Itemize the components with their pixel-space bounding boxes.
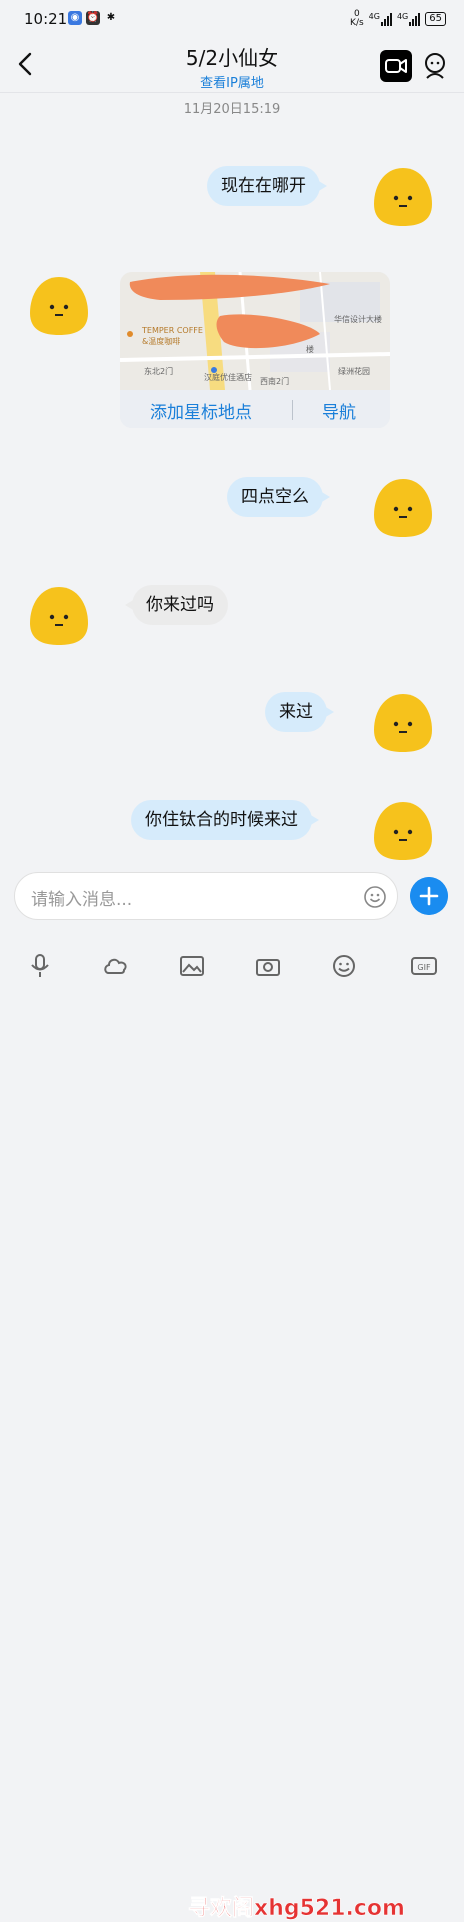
- message-text: 你来过吗: [146, 595, 214, 615]
- plus-icon[interactable]: [410, 877, 448, 915]
- bluetooth-icon: ✱: [106, 12, 116, 23]
- message-text: 来过: [279, 702, 313, 722]
- my-avatar[interactable]: [370, 477, 436, 539]
- emoji-icon[interactable]: [363, 885, 387, 909]
- status-notification-icons: ◉ ⏰ ✱: [68, 11, 118, 25]
- message-text: 你住钛合的时候来过: [145, 810, 298, 830]
- status-time: 10:21: [24, 10, 68, 28]
- svg-text:GIF: GIF: [417, 963, 431, 972]
- location-message-card[interactable]: TEMPER COFFE &温度咖啡 东北2门 汉庭优佳酒店 西南2门 华信设计…: [120, 272, 390, 428]
- bottom-toolbar: GIF 寻欢阁xhg521.com: [0, 934, 464, 1921]
- message-bubble-outgoing[interactable]: 四点空么: [227, 477, 330, 517]
- video-call-icon[interactable]: [380, 50, 412, 82]
- chat-header: 5/2小仙女 查看IP属地: [0, 36, 464, 93]
- message-text: 四点空么: [241, 487, 309, 507]
- app-notification-icon: ◉: [68, 11, 82, 25]
- message-bubble-outgoing[interactable]: 现在在哪开: [207, 166, 327, 206]
- map-label: 华信设计大楼: [334, 315, 382, 324]
- contact-avatar[interactable]: [26, 585, 92, 647]
- signal-bars-icon: [409, 12, 421, 26]
- map-label: 汉庭优佳酒店: [204, 373, 252, 382]
- my-avatar[interactable]: [370, 800, 436, 862]
- emoji-icon[interactable]: [330, 952, 358, 980]
- cloud-icon[interactable]: [102, 952, 130, 980]
- alarm-icon: ⏰: [86, 11, 100, 25]
- signal-1: 4G: [369, 12, 392, 26]
- map-label: 楼: [306, 345, 314, 354]
- map-label: 西南2门: [260, 377, 290, 386]
- composer-bar: 请输入消息...: [0, 866, 464, 930]
- navigate-button[interactable]: 导航: [322, 398, 356, 423]
- contact-avatar[interactable]: [26, 275, 92, 337]
- mic-icon[interactable]: [26, 952, 54, 980]
- message-bubble-incoming[interactable]: 你来过吗: [125, 585, 228, 625]
- add-star-location-button[interactable]: 添加星标地点: [150, 398, 252, 423]
- message-timestamp: 11月20日15:19: [183, 102, 281, 117]
- camera-icon[interactable]: [254, 952, 282, 980]
- message-input[interactable]: 请输入消息...: [14, 872, 398, 920]
- map-label: 东北2门: [144, 367, 174, 376]
- message-text: 现在在哪开: [221, 176, 306, 196]
- status-bar: 10:21 ◉ ⏰ ✱ 0 K/s 4G 4G 65: [0, 0, 464, 36]
- action-separator: [292, 400, 293, 420]
- net-speed: 0 K/s: [350, 9, 364, 28]
- battery-indicator: 65: [425, 12, 446, 26]
- map-label: TEMPER COFFE: [142, 326, 203, 335]
- message-input-placeholder: 请输入消息...: [31, 890, 133, 910]
- map-label: &温度咖啡: [142, 337, 181, 346]
- message-bubble-outgoing[interactable]: 你住钛合的时候来过: [131, 800, 319, 840]
- map-label: 绿洲花园: [338, 367, 370, 376]
- my-avatar[interactable]: [370, 692, 436, 754]
- image-icon[interactable]: [178, 952, 206, 980]
- message-bubble-outgoing[interactable]: 来过: [265, 692, 334, 732]
- watermark: 寻欢阁xhg521.com: [188, 1896, 406, 1922]
- location-actions-bar: 添加星标地点 导航: [120, 390, 390, 428]
- signal-bars-icon: [380, 12, 392, 26]
- gif-icon[interactable]: GIF: [410, 952, 438, 980]
- profile-icon[interactable]: [420, 50, 450, 82]
- status-right-icons: 0 K/s 4G 4G 65: [350, 10, 446, 28]
- my-avatar[interactable]: [370, 166, 436, 228]
- signal-2: 4G: [397, 12, 421, 26]
